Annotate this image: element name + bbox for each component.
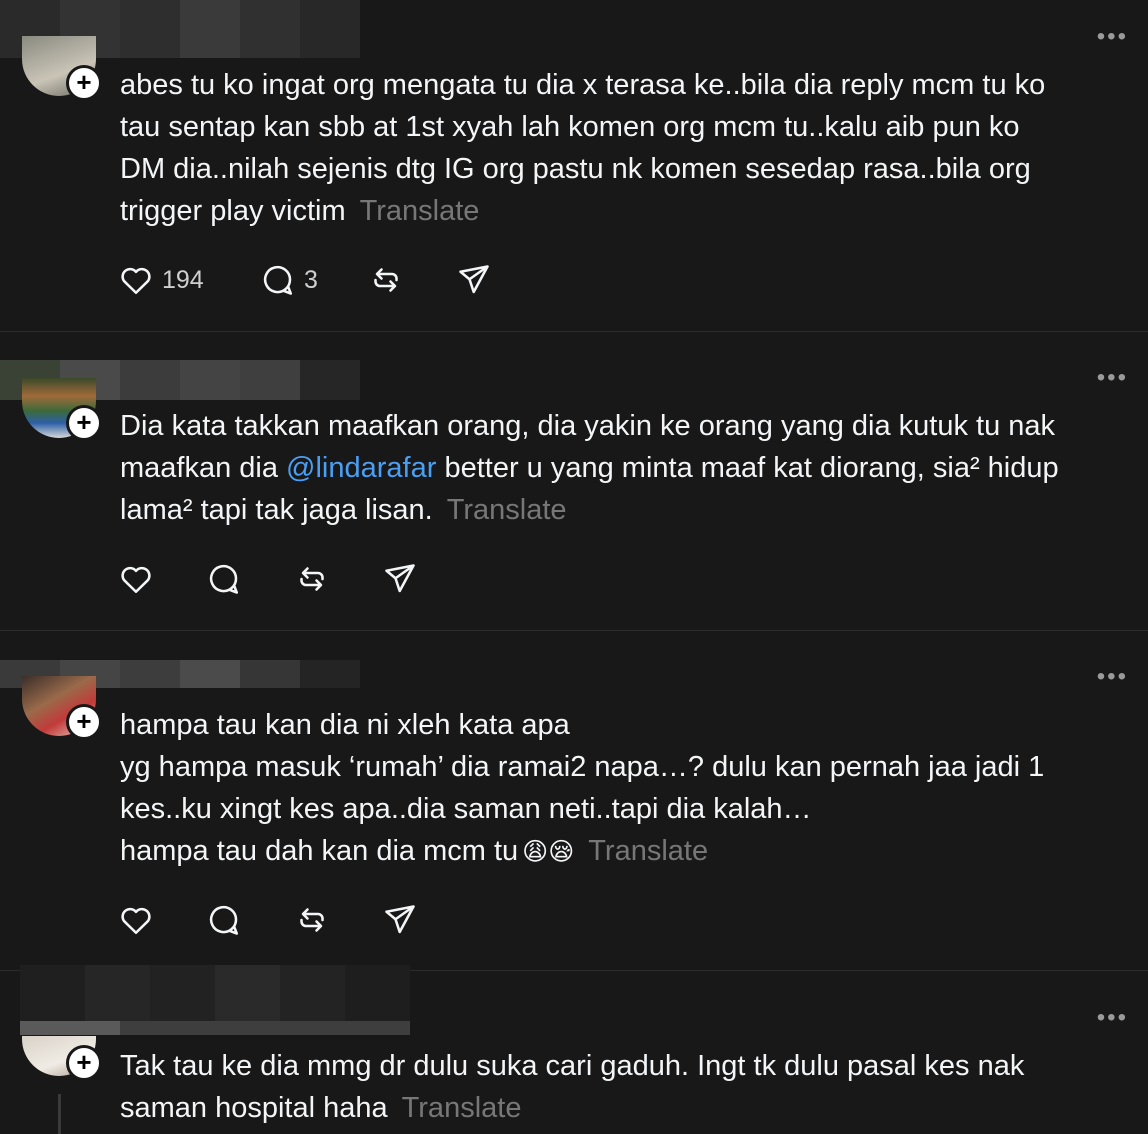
repost-button[interactable] bbox=[294, 561, 382, 597]
post-line: Tak tau ke dia mmg dr dulu suka cari gad… bbox=[120, 1050, 1025, 1082]
post-text: Dia kata takkan maafkan orang, dia yakin… bbox=[120, 405, 1130, 531]
emoji: 😩😪 bbox=[522, 838, 575, 866]
post-line: Dia kata takkan maafkan orang, dia yakin… bbox=[120, 410, 1056, 442]
heart-icon bbox=[121, 907, 151, 935]
repost-icon bbox=[300, 567, 324, 591]
like-button[interactable] bbox=[118, 902, 206, 938]
share-button[interactable] bbox=[382, 902, 418, 938]
reply-count: 3 bbox=[304, 265, 318, 294]
like-count: 194 bbox=[162, 265, 204, 294]
like-button[interactable] bbox=[118, 561, 206, 597]
post-actions bbox=[118, 559, 418, 599]
post-line: better u yang minta maaf kat diorang, si… bbox=[436, 452, 1059, 484]
comment-icon bbox=[263, 265, 293, 295]
repost-icon bbox=[374, 268, 398, 292]
send-icon bbox=[385, 564, 415, 593]
comment-icon bbox=[209, 905, 239, 935]
repost-icon bbox=[300, 908, 324, 932]
follow-plus-icon[interactable]: + bbox=[66, 704, 102, 740]
post-divider bbox=[0, 331, 1148, 332]
send-icon bbox=[459, 265, 489, 294]
share-button[interactable] bbox=[456, 262, 492, 298]
post-actions: 194 3 bbox=[118, 260, 492, 300]
post-line: hampa tau kan dia ni xleh kata apa bbox=[120, 709, 570, 741]
redacted-username bbox=[20, 965, 410, 1035]
post-line: DM dia..nilah sejenis dtg IG org pastu n… bbox=[120, 153, 1031, 185]
post-text: abes tu ko ingat org mengata tu dia x te… bbox=[120, 64, 1120, 232]
translate-link[interactable]: Translate bbox=[447, 494, 567, 526]
post-line: yg hampa masuk ‘rumah’ dia ramai2 napa…?… bbox=[120, 751, 1045, 783]
post-divider bbox=[0, 630, 1148, 631]
post-line: tau sentap kan sbb at 1st xyah lah komen… bbox=[120, 111, 1020, 143]
more-options-icon[interactable]: ••• bbox=[1097, 665, 1128, 689]
follow-plus-icon[interactable]: + bbox=[66, 405, 102, 441]
comment-icon bbox=[209, 564, 239, 594]
repost-button[interactable] bbox=[368, 262, 456, 298]
post-line: hampa tau dah kan dia mcm tu bbox=[120, 835, 519, 867]
post-line: trigger play victim bbox=[120, 195, 346, 227]
post-line: lama² tapi tak jaga lisan. bbox=[120, 494, 433, 526]
more-options-icon[interactable]: ••• bbox=[1097, 1006, 1128, 1030]
heart-icon bbox=[121, 566, 151, 594]
post-text: hampa tau kan dia ni xleh kata apa yg ha… bbox=[120, 704, 1120, 873]
translate-link[interactable]: Translate bbox=[360, 195, 480, 227]
repost-button[interactable] bbox=[294, 902, 382, 938]
more-options-icon[interactable]: ••• bbox=[1097, 25, 1128, 49]
reply-button[interactable]: 3 bbox=[260, 262, 368, 298]
mention-link[interactable]: @lindarafar bbox=[286, 452, 436, 484]
threads-reply-feed: + ••• abes tu ko ingat org mengata tu di… bbox=[0, 0, 1148, 1134]
like-button[interactable]: 194 bbox=[118, 262, 260, 298]
reply-button[interactable] bbox=[206, 561, 294, 597]
reply-button[interactable] bbox=[206, 902, 294, 938]
post-line: abes tu ko ingat org mengata tu dia x te… bbox=[120, 69, 1046, 101]
post-text: Tak tau ke dia mmg dr dulu suka cari gad… bbox=[120, 1045, 1120, 1129]
more-options-icon[interactable]: ••• bbox=[1097, 366, 1128, 390]
post-actions bbox=[118, 900, 418, 940]
heart-icon bbox=[121, 267, 151, 295]
post-line: maafkan dia bbox=[120, 452, 287, 484]
translate-link[interactable]: Translate bbox=[588, 835, 708, 867]
follow-plus-icon[interactable]: + bbox=[66, 65, 102, 101]
follow-plus-icon[interactable]: + bbox=[66, 1045, 102, 1081]
post-line: kes..ku xingt kes apa..dia saman neti..t… bbox=[120, 793, 812, 825]
share-button[interactable] bbox=[382, 561, 418, 597]
translate-link[interactable]: Translate bbox=[402, 1092, 522, 1124]
send-icon bbox=[385, 905, 415, 934]
thread-line bbox=[58, 1094, 61, 1134]
post-line: saman hospital haha bbox=[120, 1092, 388, 1124]
